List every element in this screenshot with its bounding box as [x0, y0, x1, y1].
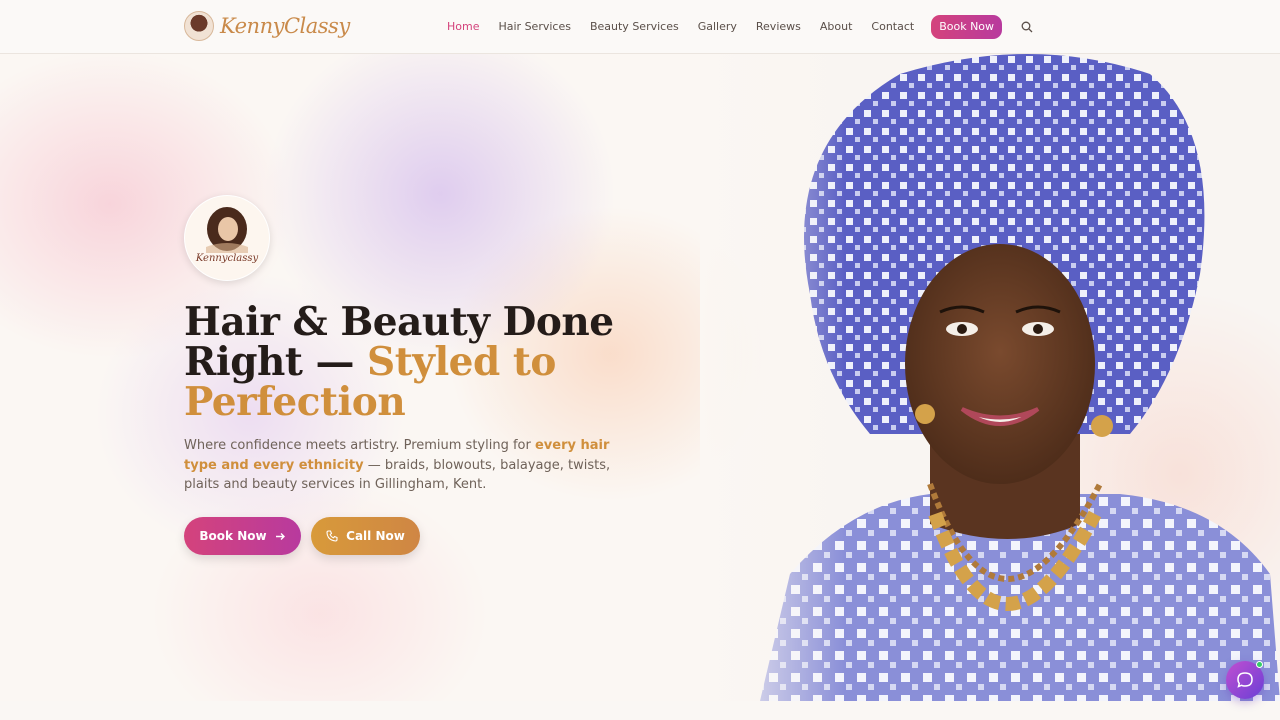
nav-contact[interactable]: Contact [871, 15, 914, 39]
logo-icon [184, 11, 214, 41]
nav-home[interactable]: Home [447, 15, 479, 39]
hero-subtitle: Where confidence meets artistry. Premium… [184, 436, 644, 495]
online-status-dot [1256, 661, 1263, 668]
brand-badge-image: Kennyclassy [184, 195, 270, 281]
nav-about[interactable]: About [820, 15, 853, 39]
site-header: KennyClassy Home Hair Services Beauty Se… [0, 0, 1280, 54]
hero-subtitle-start: Where confidence meets artistry. Premium… [184, 438, 535, 453]
hero-headline: Hair & Beauty Done Right — Styled to Per… [184, 302, 644, 422]
logo-text: KennyClassy [220, 14, 350, 38]
nav-book-now-button[interactable]: Book Now [931, 15, 1003, 39]
hero-section: Kennyclassy Hair & Beauty Done Right — S… [0, 54, 1280, 701]
phone-icon [326, 530, 338, 542]
nav-beauty-services[interactable]: Beauty Services [590, 15, 679, 39]
arrow-right-icon [275, 532, 285, 540]
nav-hair-services[interactable]: Hair Services [498, 15, 570, 39]
hero-call-now-button[interactable]: Call Now [311, 517, 420, 555]
hero-book-now-button[interactable]: Book Now [184, 517, 301, 555]
main-nav: Home Hair Services Beauty Services Galle… [447, 15, 1039, 39]
brand-badge-text: Kennyclassy [195, 253, 259, 264]
search-icon[interactable] [1015, 15, 1039, 39]
hero-portrait-image [700, 54, 1280, 701]
nav-reviews[interactable]: Reviews [756, 15, 801, 39]
hero-book-now-label: Book Now [199, 529, 267, 543]
nav-gallery[interactable]: Gallery [698, 15, 737, 39]
hero-call-now-label: Call Now [346, 529, 405, 543]
logo[interactable]: KennyClassy [184, 11, 350, 41]
chat-bubble-icon [1237, 672, 1253, 688]
chat-widget-button[interactable] [1226, 661, 1264, 699]
